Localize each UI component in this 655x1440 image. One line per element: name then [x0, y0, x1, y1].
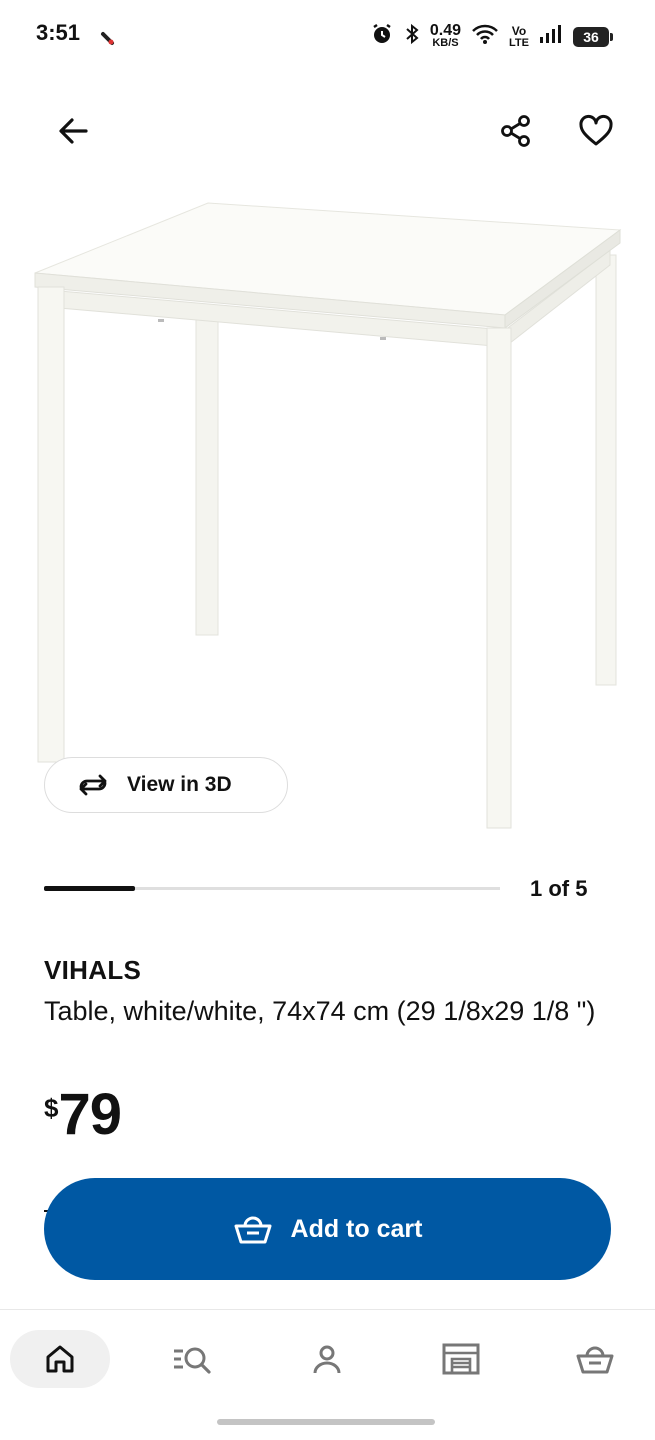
nav-search[interactable] [143, 1330, 243, 1388]
network-speed-value: 0.49 [429, 22, 462, 39]
carousel-page-indicator: 1 of 5 [530, 876, 588, 901]
nav-cart[interactable] [545, 1330, 645, 1388]
arrow-left-icon [59, 118, 88, 144]
product-image[interactable] [30, 195, 625, 835]
table-illustration [34, 202, 622, 829]
heart-icon [579, 114, 613, 146]
bottom-navigation [0, 1328, 655, 1392]
product-price: $ 79 [44, 1082, 122, 1147]
volte-top: Vo [511, 24, 527, 38]
volte-bottom: LTE [509, 37, 529, 49]
image-carousel-progress [44, 886, 500, 891]
wifi-icon [471, 23, 499, 50]
volte-indicator: Vo LTE [509, 24, 529, 49]
add-to-cart-button[interactable]: Add to cart [44, 1178, 611, 1280]
carousel-progress-fill [44, 886, 136, 891]
gesture-bar[interactable] [217, 1419, 435, 1425]
battery-icon: 36 [573, 26, 613, 47]
share-button[interactable] [492, 107, 540, 155]
back-button[interactable] [49, 107, 97, 155]
profile-icon [313, 1345, 341, 1374]
view-in-3d-button[interactable]: View in 3D [44, 757, 288, 813]
notification-icon [100, 30, 116, 51]
favorite-button[interactable] [572, 107, 620, 155]
cart-icon [576, 1346, 614, 1374]
signal-icon [539, 24, 563, 49]
nav-profile[interactable] [277, 1330, 377, 1388]
nav-home[interactable] [10, 1330, 110, 1388]
bluetooth-icon [404, 23, 420, 50]
product-description: Table, white/white, 74x74 cm (29 1/8x29 … [44, 996, 596, 1026]
rotate-3d-icon [79, 774, 107, 796]
price-value: 79 [58, 1082, 122, 1147]
alarm-icon [370, 22, 394, 51]
home-icon [46, 1345, 74, 1373]
view-in-3d-label: View in 3D [127, 773, 232, 796]
network-speed-unit: KB/S [432, 37, 459, 49]
status-icons: 0.49 KB/S Vo LTE 36 [370, 22, 613, 51]
share-icon [501, 115, 530, 147]
status-time: 3:51 [36, 20, 81, 45]
cart-icon [234, 1216, 272, 1244]
nav-divider [0, 1309, 655, 1310]
add-to-cart-label: Add to cart [290, 1214, 423, 1243]
nav-stores[interactable] [411, 1330, 511, 1388]
price-currency: $ [44, 1093, 59, 1123]
search-list-icon [174, 1347, 211, 1374]
network-speed: 0.49 KB/S [429, 22, 462, 49]
product-name: VIHALS [44, 955, 142, 985]
store-icon [442, 1343, 480, 1375]
